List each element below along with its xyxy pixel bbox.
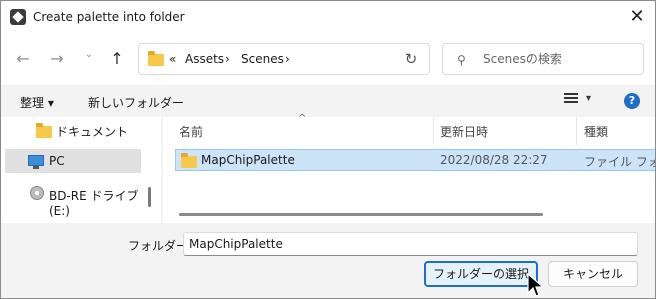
file-row[interactable]: MapChipPalette 2022/08/28 22:27 ファイル フォル…	[175, 149, 655, 171]
close-icon[interactable]: ✕	[625, 5, 649, 29]
sidebar-item-bd-re-drive[interactable]: BD-RE ドライブ (E:)	[5, 182, 141, 218]
sidebar-item-label: ドキュメント	[56, 125, 129, 139]
navigation-pane: ドキュメント PC BD-RE ドライブ (E:)	[1, 117, 161, 223]
view-dropdown-chevron-icon[interactable]: ▾	[586, 93, 591, 104]
file-list: ^ 名前 更新日時 種類 MapChipPalette 2022/08/28 2…	[163, 113, 655, 223]
search-input[interactable]	[483, 51, 633, 67]
view-options-icon[interactable]	[564, 93, 578, 107]
back-arrow-icon[interactable]: ←	[11, 47, 35, 71]
sidebar-item-pc[interactable]: PC	[5, 149, 141, 173]
folder-icon	[181, 153, 197, 168]
navigation-bar: ← → ⌄ ↑ « Assets › Scenes › ↻ ⚲	[1, 33, 655, 85]
sidebar-item-label: PC	[49, 154, 65, 168]
breadcrumb-assets[interactable]: Assets	[185, 52, 224, 66]
file-name: MapChipPalette	[201, 153, 295, 167]
file-modified: 2022/08/28 22:27	[440, 153, 548, 167]
address-bar[interactable]: « Assets › Scenes ›	[138, 43, 430, 75]
cancel-button[interactable]: キャンセル	[548, 261, 638, 287]
vertical-scrollbar[interactable]	[148, 187, 151, 207]
column-divider[interactable]	[576, 117, 577, 145]
up-arrow-icon[interactable]: ↑	[105, 47, 129, 71]
column-header-name[interactable]: 名前	[179, 123, 203, 140]
column-divider[interactable]	[433, 117, 434, 145]
breadcrumb-separator[interactable]: ›	[285, 52, 290, 66]
sidebar-item-label: BD-RE ドライブ (E:)	[49, 189, 139, 218]
mouse-cursor-icon	[527, 273, 545, 297]
app-icon	[10, 9, 26, 25]
dialog-footer: フォルダー: フォルダーの選択 キャンセル	[1, 223, 655, 298]
organize-button[interactable]: 整理 ▾	[20, 94, 54, 111]
column-header-type[interactable]: 種類	[584, 123, 608, 140]
help-icon[interactable]: ?	[624, 93, 640, 109]
recent-locations-chevron-icon[interactable]: ⌄	[77, 43, 101, 67]
breadcrumb-scenes[interactable]: Scenes	[241, 52, 284, 66]
column-header-modified[interactable]: 更新日時	[440, 123, 488, 140]
horizontal-scrollbar[interactable]	[179, 213, 543, 216]
breadcrumb-separator[interactable]: ›	[225, 52, 230, 66]
new-folder-button[interactable]: 新しいフォルダー	[88, 94, 184, 111]
folder-icon	[36, 123, 52, 138]
disc-drive-icon	[30, 186, 44, 200]
folder-name-input[interactable]	[183, 232, 638, 256]
dialog-window: Create palette into folder ✕ ← → ⌄ ↑ « A…	[0, 0, 656, 299]
search-box[interactable]: ⚲	[442, 43, 644, 75]
file-type: ファイル フォルダー	[584, 155, 655, 169]
folder-icon	[148, 51, 164, 66]
sidebar-item-documents[interactable]: ドキュメント	[5, 118, 141, 142]
breadcrumb-overflow[interactable]: «	[169, 52, 176, 66]
search-icon: ⚲	[457, 53, 466, 67]
title-bar: Create palette into folder ✕	[1, 1, 655, 33]
pc-icon	[28, 155, 44, 169]
window-title: Create palette into folder	[33, 10, 185, 24]
command-bar: 整理 ▾ 新しいフォルダー ▾ ?	[1, 85, 655, 117]
forward-arrow-icon[interactable]: →	[45, 47, 69, 71]
sort-ascending-icon: ^	[298, 113, 307, 124]
refresh-icon[interactable]: ↻	[399, 47, 423, 71]
select-folder-button[interactable]: フォルダーの選択	[424, 261, 538, 287]
